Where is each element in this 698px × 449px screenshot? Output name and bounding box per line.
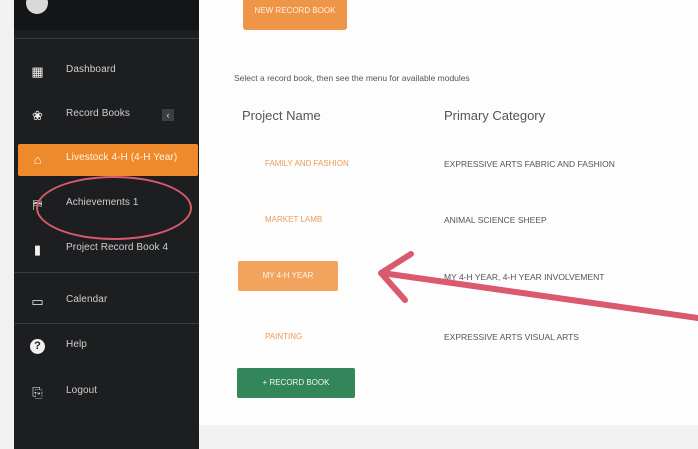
logo-icon xyxy=(26,0,48,14)
logout-icon: ⎘ xyxy=(32,385,43,400)
sidebar-item-dashboard[interactable]: ▦ Dashboard xyxy=(14,56,199,88)
scan-margin xyxy=(0,0,14,449)
sidebar-item-livestock-active[interactable]: ⌂ Livestock 4-H (4-H Year) xyxy=(18,144,198,176)
sidebar-topbar xyxy=(14,0,199,30)
divider xyxy=(14,323,199,324)
sidebar-item-label: Project Record Book 4 xyxy=(66,242,169,253)
sidebar-item-help[interactable]: ? Help xyxy=(14,331,199,363)
book-icon: ▮ xyxy=(33,242,42,257)
calendar-icon: ▭ xyxy=(31,294,44,309)
project-link-selected[interactable]: MY 4-H YEAR xyxy=(238,261,338,291)
sidebar-item-record-books[interactable]: ❀ Record Books ‹ xyxy=(14,100,199,132)
sidebar-item-label: Dashboard xyxy=(66,64,116,75)
project-link[interactable]: MARKET LAMB xyxy=(265,215,322,224)
instruction-text: Select a record book, then see the menu … xyxy=(234,73,470,83)
project-link[interactable]: FAMILY AND FASHION xyxy=(265,159,349,168)
sidebar-item-label: Help xyxy=(66,339,87,350)
scan-bottom-edge xyxy=(199,425,698,449)
new-record-book-button[interactable]: NEW RECORD BOOK xyxy=(243,0,347,30)
sidebar-item-calendar[interactable]: ▭ Calendar xyxy=(14,286,199,318)
column-header-project-name: Project Name xyxy=(242,108,321,123)
chevron-left-icon[interactable]: ‹ xyxy=(162,109,174,121)
home-icon: ⌂ xyxy=(33,152,42,167)
column-header-primary-category: Primary Category xyxy=(444,108,546,123)
sidebar-item-label: Logout xyxy=(66,385,98,396)
sidebar-item-logout[interactable]: ⎘ Logout xyxy=(14,377,199,409)
sidebar-item-label: Livestock 4-H (4-H Year) xyxy=(66,152,178,163)
divider xyxy=(14,38,199,39)
main-content: NEW RECORD BOOK Select a record book, th… xyxy=(199,0,698,449)
project-category: EXPRESSIVE ARTS FABRIC AND FASHION xyxy=(444,159,615,169)
project-category: ANIMAL SCIENCE SHEEP xyxy=(444,215,547,225)
dashboard-icon: ▦ xyxy=(31,64,44,79)
help-icon: ? xyxy=(30,339,45,354)
annotation-circle xyxy=(36,176,192,240)
add-record-book-button[interactable]: + RECORD BOOK xyxy=(237,368,355,398)
project-link[interactable]: PAINTING xyxy=(265,332,302,341)
sidebar: ▦ Dashboard ❀ Record Books ‹ ⌂ Livestock… xyxy=(14,0,199,449)
sidebar-item-label: Calendar xyxy=(66,294,108,305)
annotation-arrow xyxy=(378,251,698,321)
record-books-icon: ❀ xyxy=(32,108,43,123)
sidebar-item-label: Record Books xyxy=(66,108,131,119)
divider xyxy=(14,272,199,273)
